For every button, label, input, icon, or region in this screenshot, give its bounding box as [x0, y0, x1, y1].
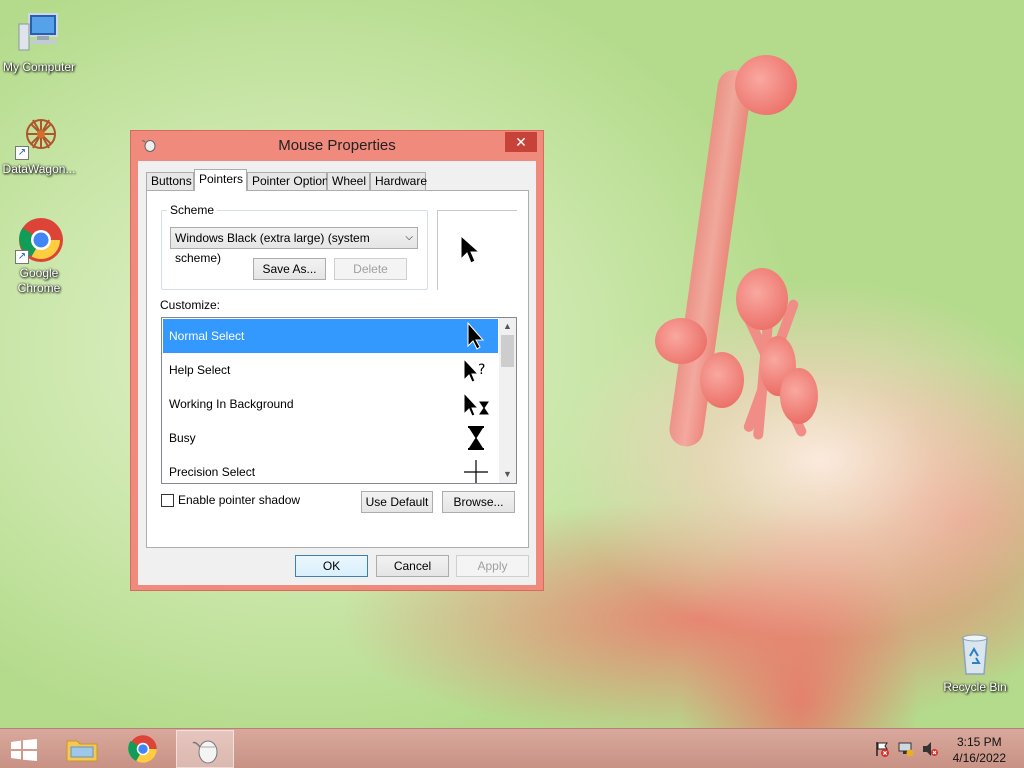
scrollbar-thumb[interactable]	[501, 335, 514, 367]
recycle-bin-icon	[951, 630, 999, 678]
save-as-button[interactable]: Save As...	[253, 258, 326, 280]
clock-time: 3:15 PM	[956, 735, 1002, 749]
tab-hardware[interactable]: Hardware	[370, 172, 427, 191]
list-item[interactable]: Help Select ?	[163, 353, 498, 387]
list-item-label: Working In Background	[169, 397, 294, 411]
list-item-label: Busy	[169, 431, 196, 445]
help-cursor-icon: ?	[463, 357, 485, 383]
shortcut-arrow-icon: ↗	[15, 146, 29, 160]
mouse-properties-window: Mouse Properties ✕ Buttons Pointers Poin…	[130, 130, 544, 591]
start-button[interactable]	[0, 730, 46, 768]
list-item[interactable]: Working In Background	[163, 387, 498, 421]
desktop-icon-label: My Computer	[2, 60, 76, 74]
windows-logo-icon	[11, 739, 37, 761]
network-icon[interactable]	[898, 741, 914, 757]
cursor-list[interactable]: Normal Select Help Select ? Working In B…	[161, 317, 517, 484]
arrow-cursor-icon	[467, 322, 485, 350]
desktop-icon-label: Recycle Bin	[943, 680, 1007, 694]
system-clock[interactable]: 3:15 PM 4/16/2022	[953, 734, 1006, 766]
pointer-shadow-label[interactable]: Enable pointer shadow	[178, 493, 300, 507]
wallpaper-stamen	[780, 368, 818, 424]
shortcut-arrow-icon: ↗	[15, 250, 29, 264]
taskbar-mouse-properties[interactable]	[176, 730, 234, 768]
scheme-dropdown[interactable]: Windows Black (extra large) (system sche…	[170, 227, 418, 265]
scroll-down-icon[interactable]: ▼	[499, 466, 516, 483]
tab-wheel[interactable]: Wheel	[327, 172, 370, 191]
wallpaper-stamen	[655, 318, 707, 364]
use-default-button[interactable]: Use Default	[361, 491, 433, 513]
chevron-down-icon: ⌵	[405, 232, 413, 243]
wallpaper-stamen	[736, 268, 788, 330]
desktop-icon-recycle-bin[interactable]: Recycle Bin	[937, 630, 1013, 695]
working-cursor-icon	[463, 391, 489, 417]
crosshair-icon	[464, 460, 488, 483]
vertical-scrollbar[interactable]: ▲ ▼	[499, 318, 516, 483]
pointers-tab-panel: Scheme Windows Black (extra large) (syst…	[146, 190, 529, 548]
action-center-flag-icon[interactable]	[874, 741, 890, 757]
wallpaper-stamen	[700, 352, 744, 408]
ok-button[interactable]: OK	[295, 555, 368, 577]
taskbar: 3:15 PM 4/16/2022	[0, 728, 1024, 768]
datawagon-icon: ↗	[15, 112, 63, 160]
chrome-icon: ↗	[15, 216, 63, 264]
delete-button[interactable]: Delete	[334, 258, 407, 280]
taskbar-file-explorer[interactable]	[54, 730, 112, 768]
arrow-cursor-icon	[460, 235, 480, 264]
list-item-label: Normal Select	[169, 329, 245, 343]
tab-pointer-options[interactable]: Pointer Options	[247, 172, 335, 191]
scheme-group-label: Scheme	[167, 203, 218, 217]
taskbar-chrome[interactable]	[114, 730, 172, 768]
list-item-label: Precision Select	[169, 465, 256, 479]
apply-button[interactable]: Apply	[456, 555, 529, 577]
window-title: Mouse Properties	[278, 137, 396, 154]
folder-icon	[66, 740, 98, 762]
desktop-icon-google-chrome[interactable]: ↗ Google Chrome	[1, 216, 77, 296]
list-item-label: Help Select	[169, 363, 231, 377]
dialog-body: Buttons Pointers Pointer Options Wheel H…	[138, 161, 536, 585]
desktop-icon-label: Google Chrome	[17, 266, 61, 295]
desktop-icon-datawagon[interactable]: ↗ DataWagon...	[1, 112, 77, 177]
mouse-icon	[192, 740, 218, 764]
computer-icon	[15, 10, 63, 58]
wallpaper-stamen	[735, 55, 797, 115]
pointer-shadow-checkbox[interactable]	[161, 494, 174, 507]
list-item[interactable]: Normal Select	[163, 319, 498, 353]
clock-date: 4/16/2022	[952, 751, 1006, 765]
title-bar[interactable]: Mouse Properties ✕	[131, 131, 543, 159]
tab-buttons[interactable]: Buttons	[146, 172, 194, 191]
cancel-button[interactable]: Cancel	[376, 555, 449, 577]
browse-button[interactable]: Browse...	[442, 491, 515, 513]
close-button[interactable]: ✕	[505, 132, 537, 152]
list-item[interactable]: Busy	[163, 421, 498, 455]
volume-muted-icon[interactable]	[922, 741, 938, 757]
desktop-icon-my-computer[interactable]: My Computer	[1, 10, 77, 75]
desktop-icon-label: DataWagon...	[2, 162, 76, 176]
tab-pointers[interactable]: Pointers	[194, 169, 247, 191]
list-item[interactable]: Precision Select	[163, 455, 498, 483]
customize-label: Customize:	[160, 298, 221, 312]
cursor-preview	[437, 210, 517, 290]
scroll-up-icon[interactable]: ▲	[499, 318, 516, 335]
svg-text:?: ?	[478, 362, 485, 378]
chrome-icon	[128, 735, 157, 763]
hourglass-icon	[468, 426, 484, 450]
